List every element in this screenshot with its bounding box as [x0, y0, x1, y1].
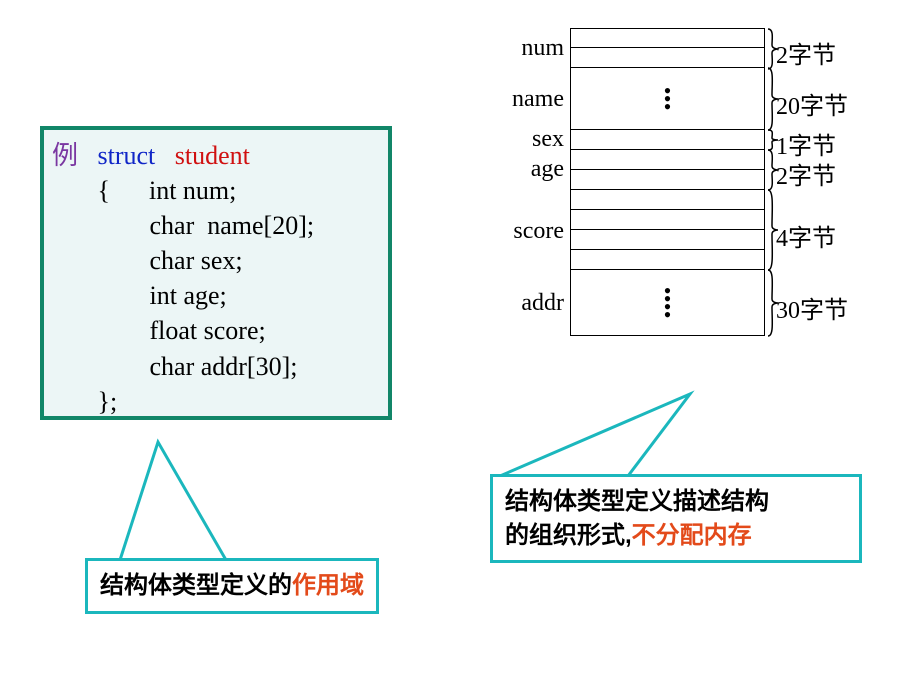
- callout-text: 结构体类型定义描述结构: [505, 485, 847, 519]
- callout-text-red: 作用域: [292, 572, 364, 599]
- callout-text: 的组织形式,: [505, 522, 632, 549]
- callout-no-alloc: 结构体类型定义描述结构 的组织形式,不分配内存: [490, 474, 862, 563]
- callout-text: 结构体类型定义的: [100, 572, 292, 599]
- callout-line2: 的组织形式,不分配内存: [505, 519, 847, 553]
- callout-scope: 结构体类型定义的作用域: [85, 558, 379, 614]
- callout-text-red: 不分配内存: [632, 522, 752, 549]
